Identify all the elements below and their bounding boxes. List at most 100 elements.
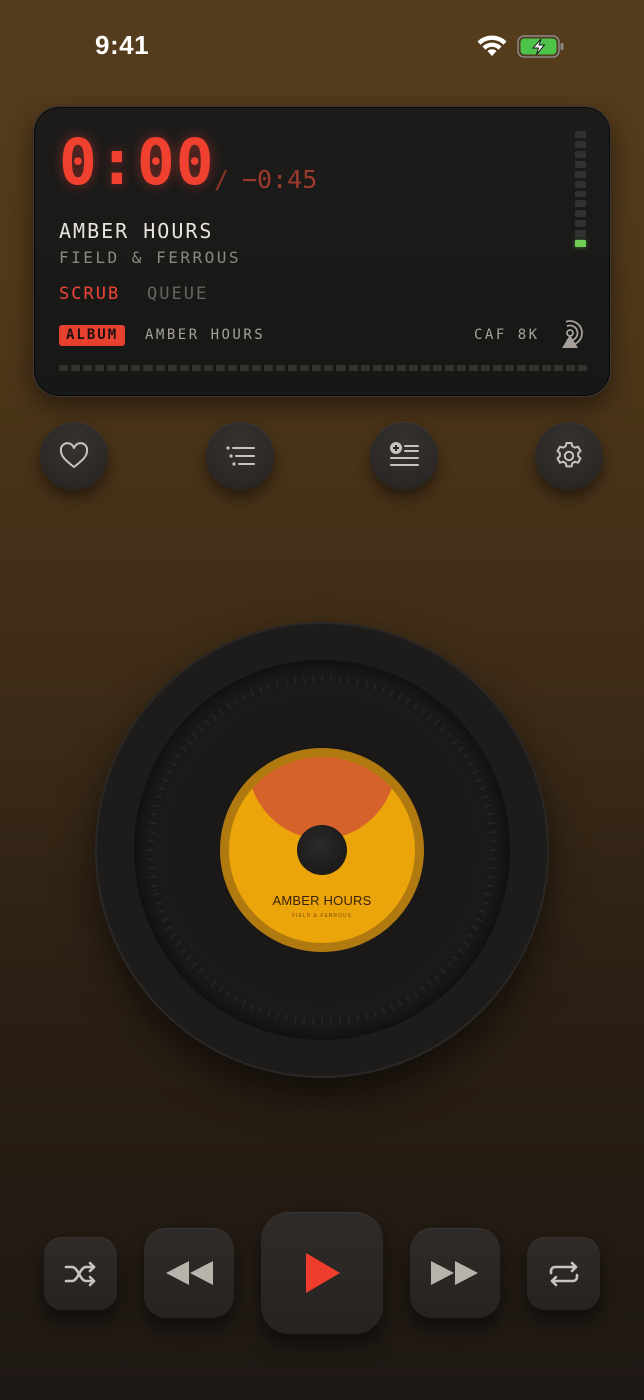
platter-tick — [258, 686, 263, 694]
progress-segment — [264, 365, 274, 371]
platter-tick — [481, 901, 489, 905]
play-button[interactable] — [261, 1212, 383, 1334]
platter-tick — [487, 875, 495, 878]
shuffle-icon — [64, 1261, 95, 1286]
platter-tick — [397, 999, 402, 1007]
progress-segment — [252, 365, 262, 371]
progress-segment — [312, 365, 322, 371]
platter-tick — [158, 786, 166, 791]
platter-tick — [486, 813, 494, 816]
previous-button[interactable] — [144, 1228, 234, 1318]
platter-tick — [211, 713, 217, 720]
progress-segment — [420, 365, 430, 371]
list-icon — [226, 446, 255, 466]
progress-segment — [107, 365, 117, 371]
platter-tick — [191, 961, 198, 968]
progress-segment — [288, 365, 298, 371]
platter-tick — [180, 746, 187, 752]
platter-tick — [185, 955, 192, 961]
shuffle-button[interactable] — [44, 1237, 117, 1310]
platter-tick — [440, 968, 447, 975]
platter-tick — [149, 822, 157, 825]
platter-tick — [147, 866, 155, 869]
level-meter-cell — [575, 180, 586, 188]
platter-tick — [174, 754, 182, 760]
progress-segment — [276, 365, 286, 371]
platter-tick — [294, 677, 297, 685]
platter-tick — [161, 778, 169, 783]
progress-segment — [215, 365, 225, 371]
playlist-add-icon — [390, 442, 419, 466]
platter-tick — [218, 708, 224, 715]
platter-tick — [412, 990, 418, 998]
platter-tick — [440, 725, 447, 732]
progress-segment — [481, 365, 491, 371]
platter-tick — [373, 1009, 377, 1017]
platter-tick — [250, 689, 255, 697]
platter-tick — [462, 754, 470, 760]
progress-segment — [469, 365, 479, 371]
platter-tick — [267, 1009, 271, 1017]
platter-tick — [185, 739, 192, 745]
platter-tick — [420, 708, 426, 715]
now-playing-display: 0:00 / −0:45 AMBER HOURS FIELD & FERROUS… — [33, 106, 611, 397]
platter-tick — [405, 995, 411, 1002]
platter-tick — [427, 980, 433, 987]
progress-segment — [239, 365, 249, 371]
next-button[interactable] — [410, 1228, 500, 1318]
favorite-button[interactable] — [40, 422, 108, 490]
scrub-progress-track[interactable] — [59, 365, 587, 371]
platter-tick — [197, 968, 204, 975]
platter-tick — [381, 1006, 386, 1014]
progress-segment — [565, 365, 575, 371]
platter-tick — [478, 786, 486, 791]
level-meter-cell — [575, 131, 586, 138]
platter-tick — [397, 693, 402, 701]
platter-tick — [165, 925, 173, 930]
tab-queue[interactable]: QUEUE — [147, 284, 208, 304]
progress-segment — [457, 365, 467, 371]
settings-button[interactable] — [535, 422, 603, 490]
platter-tick — [405, 698, 411, 705]
remaining-time: −0:45 — [242, 165, 318, 194]
airplay-icon[interactable] — [555, 320, 585, 350]
platter-tick — [276, 680, 280, 688]
queue-list-button[interactable] — [206, 422, 274, 490]
platter-tick — [389, 1003, 394, 1011]
level-meter-cell — [575, 190, 586, 198]
platter-tick — [452, 739, 459, 745]
progress-segment — [167, 365, 177, 371]
audio-format-label: CAF 8K — [474, 327, 540, 343]
progress-segment — [131, 365, 141, 371]
platter-tick — [364, 680, 368, 688]
track-title: AMBER HOURS — [59, 219, 214, 243]
elapsed-time: 0:00 — [59, 126, 215, 199]
platter-tick — [211, 980, 217, 987]
platter-tick — [285, 678, 288, 686]
platter-tick — [170, 933, 177, 939]
progress-segment — [396, 365, 406, 371]
platter-tick — [420, 985, 426, 992]
progress-segment — [529, 365, 539, 371]
level-meter-cell — [575, 220, 586, 228]
level-meter-cell — [575, 150, 586, 158]
platter-tick — [152, 804, 160, 808]
platter-tick — [433, 719, 440, 726]
platter-tick — [294, 1015, 297, 1023]
platter-tick — [486, 884, 494, 887]
add-to-queue-button[interactable] — [370, 422, 438, 490]
progress-segment — [300, 365, 310, 371]
platter-tick — [149, 875, 157, 878]
platter-tick — [446, 961, 453, 968]
platter-tick — [338, 1017, 341, 1025]
progress-segment — [517, 365, 527, 371]
platter-tick — [489, 866, 497, 869]
platter-tick — [389, 689, 394, 697]
platter-tick — [233, 995, 239, 1002]
progress-segment — [71, 365, 81, 371]
tab-scrub[interactable]: SCRUB — [59, 284, 120, 304]
platter-tick — [484, 892, 492, 896]
repeat-button[interactable] — [527, 1237, 600, 1310]
heart-icon — [59, 442, 89, 469]
progress-segment — [179, 365, 189, 371]
